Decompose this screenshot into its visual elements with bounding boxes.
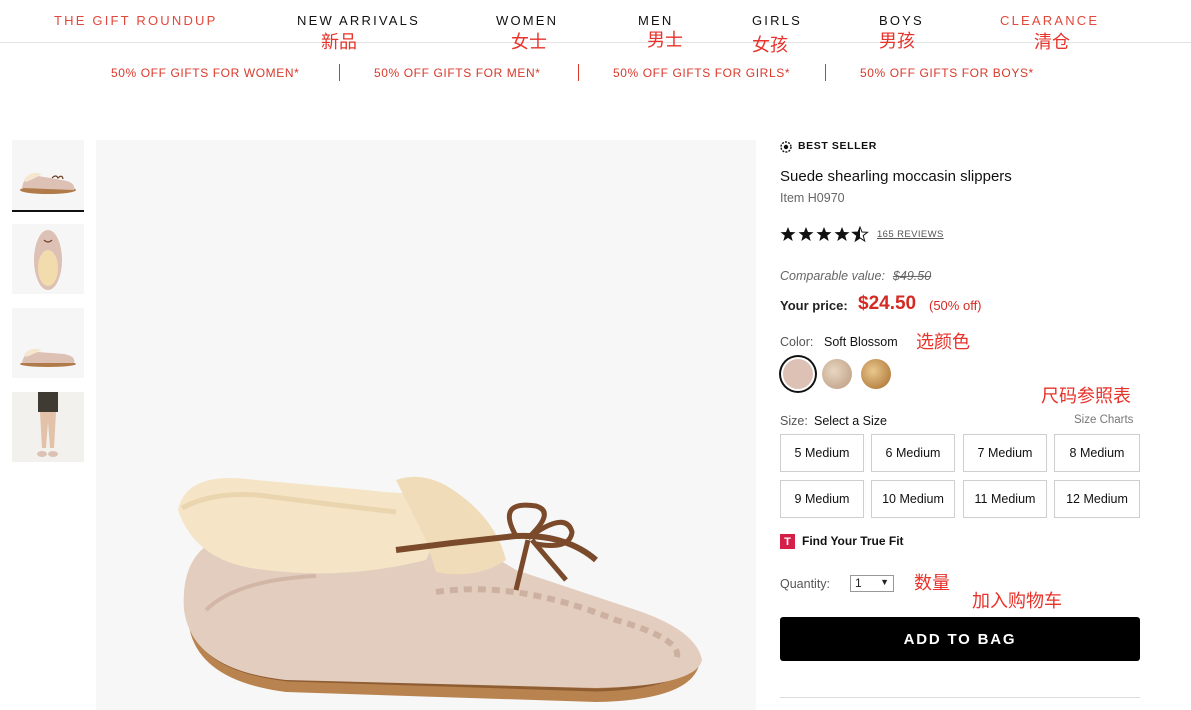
size-charts-link[interactable]: Size Charts (1074, 414, 1133, 426)
size-option[interactable]: 11 Medium (963, 480, 1047, 518)
size-option[interactable]: 9 Medium (780, 480, 864, 518)
nav-women[interactable]: WOMEN (496, 13, 558, 28)
annotation-quantity: 数量 (914, 573, 950, 594)
promo-divider (825, 64, 826, 81)
annotation-add-to-cart: 加入购物车 (972, 591, 1062, 612)
product-title: Suede shearling moccasin slippers (780, 168, 1012, 185)
annotation-clearance: 清仓 (1034, 32, 1070, 53)
half-star-icon (851, 226, 869, 242)
annotation-size-chart: 尺码参照表 (1041, 386, 1131, 407)
divider (780, 697, 1140, 698)
promo-divider (578, 64, 579, 81)
best-seller-badge-icon (780, 141, 792, 153)
slipper-thumbnail-image (12, 224, 84, 294)
size-value: Select a Size (814, 414, 887, 428)
promo-divider (339, 64, 340, 81)
promo-girls[interactable]: 50% OFF GIFTS FOR GIRLS* (613, 66, 790, 80)
main-product-image[interactable] (96, 140, 756, 710)
discount-percent: (50% off) (929, 298, 982, 313)
reviews-link[interactable]: 165 REVIEWS (877, 229, 944, 240)
your-price-label: Your price: (780, 298, 848, 313)
promo-women[interactable]: 50% OFF GIFTS FOR WOMEN* (111, 66, 299, 80)
true-fit-link[interactable]: Find Your True Fit (802, 534, 904, 548)
annotation-color: 选颜色 (916, 332, 970, 353)
comparable-label: Comparable value: (780, 269, 885, 283)
swatch-color-3[interactable] (861, 359, 891, 389)
color-label: Color: (780, 335, 814, 349)
promo-men[interactable]: 50% OFF GIFTS FOR MEN* (374, 66, 541, 80)
best-seller-badge: BEST SELLER (798, 140, 877, 152)
nav-girls[interactable]: GIRLS (752, 13, 802, 28)
chevron-down-icon: ▼ (880, 577, 889, 587)
size-option[interactable]: 12 Medium (1054, 480, 1140, 518)
add-to-bag-button[interactable]: ADD TO BAG (780, 617, 1140, 661)
promo-bar: 50% OFF GIFTS FOR WOMEN* 50% OFF GIFTS F… (0, 64, 1191, 82)
quantity-value: 1 (855, 576, 862, 590)
quantity-select[interactable]: 1 ▼ (850, 575, 894, 592)
star-icon (816, 227, 832, 241)
true-fit-icon: T (780, 534, 795, 549)
swatch-color-2[interactable] (822, 359, 852, 389)
annotation-boys: 男孩 (879, 31, 915, 52)
rating-stars[interactable] (780, 226, 870, 242)
model-thumbnail-image (12, 392, 84, 462)
thumbnail-model-view[interactable] (12, 392, 84, 462)
size-option[interactable]: 5 Medium (780, 434, 864, 472)
color-value: Soft Blossom (824, 335, 898, 349)
nav-boys[interactable]: BOYS (879, 13, 924, 28)
annotation-girls: 女孩 (752, 35, 788, 56)
annotation-men: 男士 (647, 30, 683, 51)
swatch-soft-blossom[interactable] (783, 359, 813, 389)
size-label: Size: (780, 414, 808, 428)
thumbnail-top-view[interactable] (12, 224, 84, 294)
nav-gift-roundup[interactable]: THE GIFT ROUNDUP (54, 13, 218, 28)
promo-boys[interactable]: 50% OFF GIFTS FOR BOYS* (860, 66, 1034, 80)
thumbnail-side-view[interactable] (12, 140, 84, 212)
size-option[interactable]: 10 Medium (871, 480, 955, 518)
nav-clearance[interactable]: CLEARANCE (1000, 13, 1099, 28)
nav-men[interactable]: MEN (638, 13, 674, 28)
annotation-women: 女士 (511, 32, 547, 53)
size-option[interactable]: 8 Medium (1054, 434, 1140, 472)
item-number: Item H0970 (780, 191, 845, 205)
star-icon (798, 227, 814, 241)
comparable-price: $49.50 (892, 269, 932, 283)
slipper-illustration (96, 140, 756, 710)
slipper-thumbnail-image (12, 140, 84, 210)
thumbnail-pair-view[interactable] (12, 308, 84, 378)
annotation-new-arrivals: 新品 (321, 32, 357, 53)
slipper-thumbnail-image (12, 308, 84, 378)
star-icon (780, 227, 796, 241)
star-icon (834, 227, 850, 241)
sale-price: $24.50 (858, 293, 917, 314)
nav-new-arrivals[interactable]: NEW ARRIVALS (297, 13, 420, 28)
size-option[interactable]: 7 Medium (963, 434, 1047, 472)
quantity-label: Quantity: (780, 577, 831, 591)
comparable-value: Comparable value: $49.50 (780, 269, 931, 283)
size-option[interactable]: 6 Medium (871, 434, 955, 472)
top-navigation: THE GIFT ROUNDUP NEW ARRIVALS WOMEN MEN … (0, 0, 1191, 43)
